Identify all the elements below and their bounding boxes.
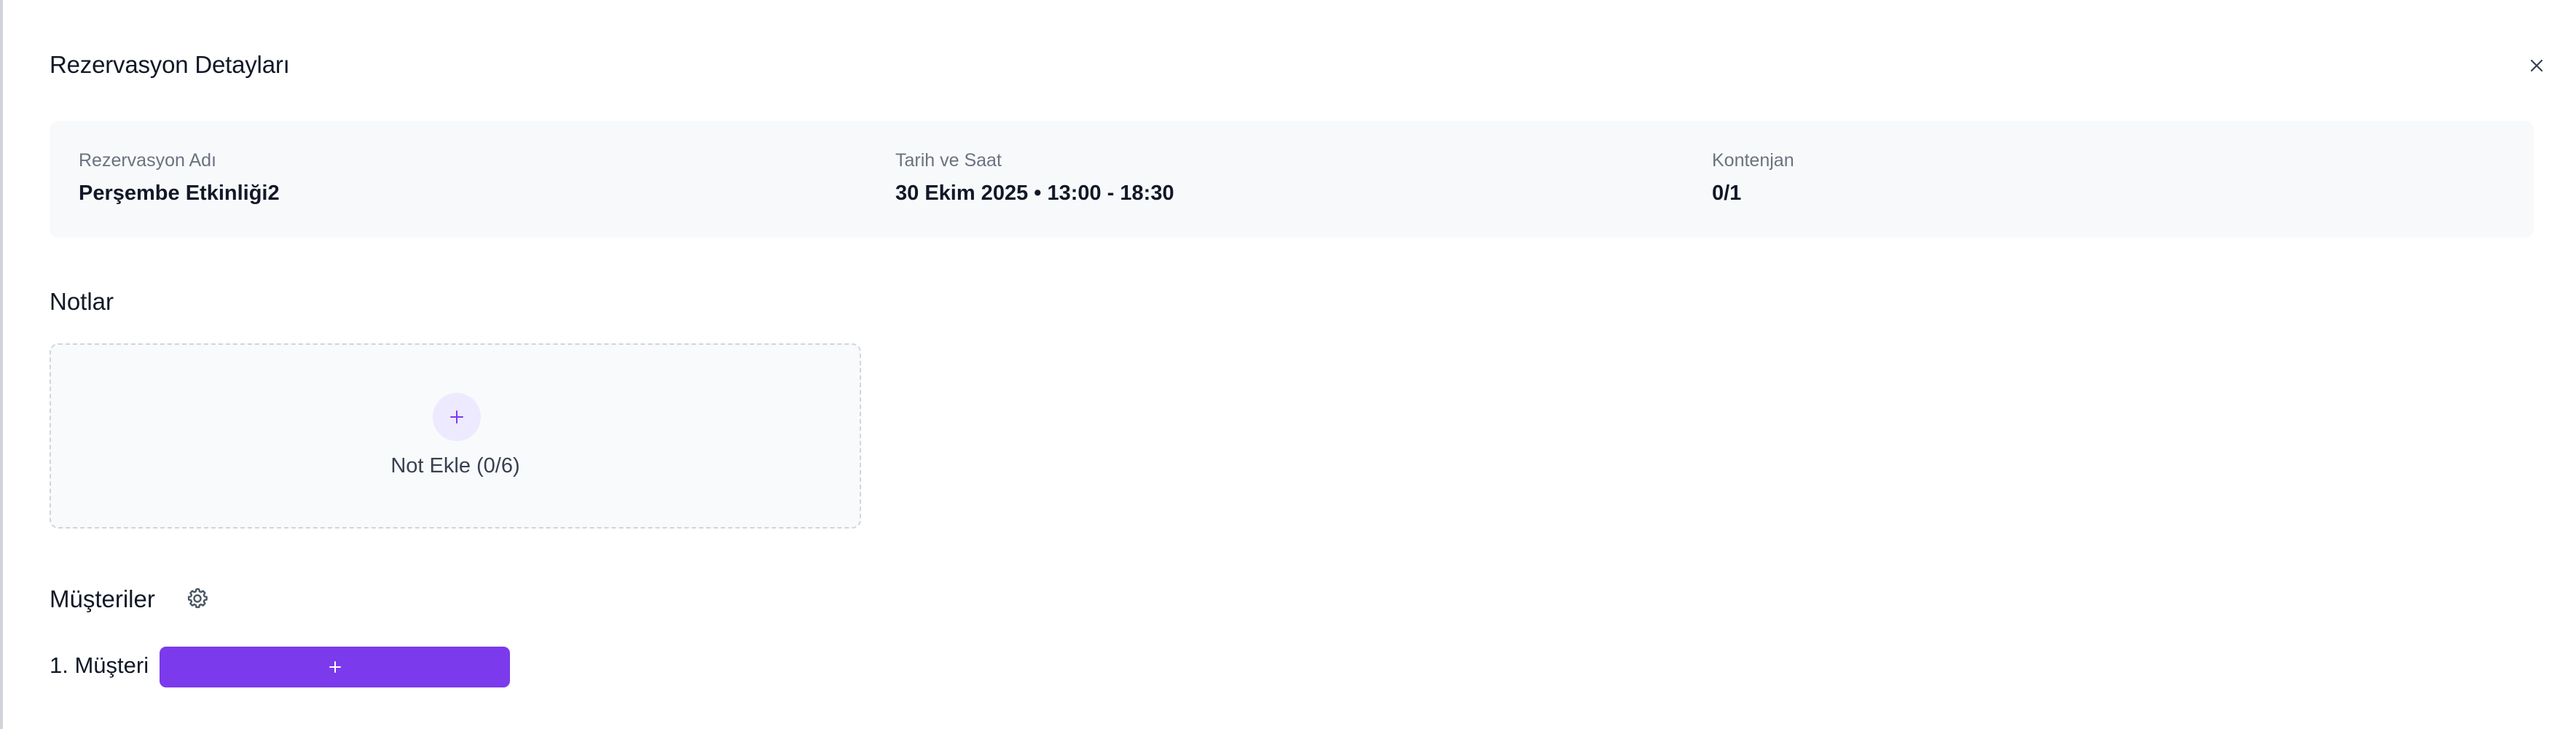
reservation-capacity-value: 0/1 bbox=[1712, 182, 1742, 205]
plus-icon bbox=[329, 661, 341, 673]
close-button[interactable] bbox=[2522, 51, 2551, 80]
reservation-name-label: Rezervasyon Adı bbox=[79, 150, 216, 171]
reservation-info-card: Rezervasyon Adı Perşembe Etkinliği2 Tari… bbox=[50, 121, 2534, 238]
modal-left-border bbox=[0, 0, 3, 729]
reservation-name-value: Perşembe Etkinliği2 bbox=[79, 182, 280, 205]
plus-icon bbox=[433, 393, 481, 441]
notes-section-title: Notlar bbox=[50, 288, 114, 315]
reservation-capacity-field: Kontenjan 0/1 bbox=[1712, 150, 1794, 206]
reservation-datetime-label: Tarih ve Saat bbox=[895, 150, 1002, 171]
add-customer-button[interactable] bbox=[160, 647, 510, 687]
add-note-button[interactable]: Not Ekle (0/6) bbox=[50, 343, 861, 529]
customers-section-title: Müşteriler bbox=[50, 585, 155, 612]
customer-settings-button[interactable] bbox=[182, 583, 213, 614]
close-icon bbox=[2530, 59, 2543, 72]
reservation-name-field: Rezervasyon Adı Perşembe Etkinliği2 bbox=[79, 150, 280, 206]
reservation-datetime-field: Tarih ve Saat 30 Ekim 2025 • 13:00 - 18:… bbox=[895, 150, 1174, 206]
add-note-label: Not Ekle (0/6) bbox=[390, 454, 520, 477]
modal-title: Rezervasyon Detayları bbox=[50, 51, 290, 78]
customer-row-label: 1. Müşteri bbox=[50, 652, 149, 678]
gear-icon bbox=[187, 588, 208, 609]
reservation-details-modal: Rezervasyon Detayları Rezervasyon Adı Pe… bbox=[0, 0, 2576, 729]
reservation-capacity-label: Kontenjan bbox=[1712, 150, 1794, 171]
reservation-datetime-value: 30 Ekim 2025 • 13:00 - 18:30 bbox=[895, 182, 1174, 205]
